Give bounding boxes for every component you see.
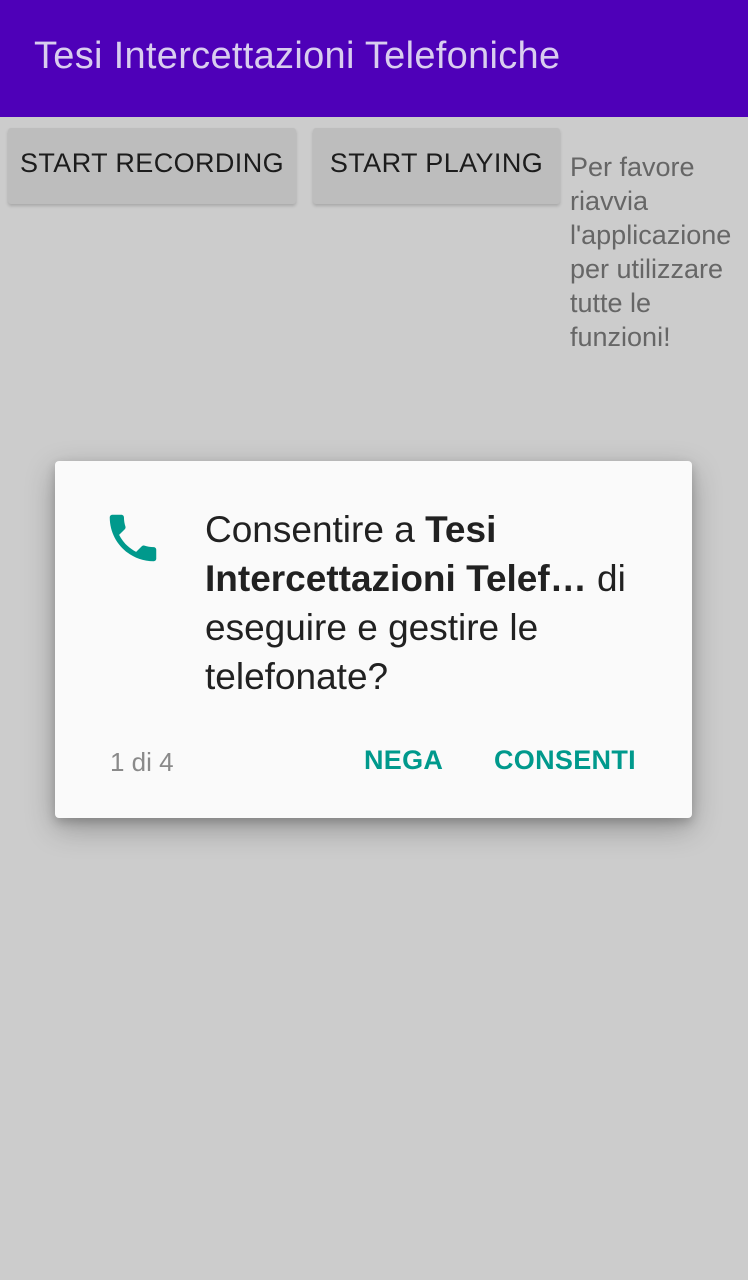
start-recording-button[interactable]: START RECORDING [8, 128, 296, 204]
allow-button[interactable]: CONSENTI [494, 745, 636, 776]
app-bar: Tesi Intercettazioni Telefoniche [0, 0, 748, 117]
permission-counter: 1 di 4 [110, 747, 174, 777]
deny-button[interactable]: NEGA [364, 745, 443, 776]
start-playing-button[interactable]: START PLAYING [313, 128, 560, 204]
restart-hint-text: Per favore riavvia l'applicazione per ut… [570, 152, 732, 352]
message-prefix: Consentire a [205, 509, 426, 550]
phone-icon [109, 514, 157, 562]
permission-dialog: Consentire a Tesi Intercettazioni Telef…… [55, 461, 692, 818]
app-title: Tesi Intercettazioni Telefoniche [34, 35, 561, 77]
permission-message: Consentire a Tesi Intercettazioni Telef…… [205, 505, 655, 701]
